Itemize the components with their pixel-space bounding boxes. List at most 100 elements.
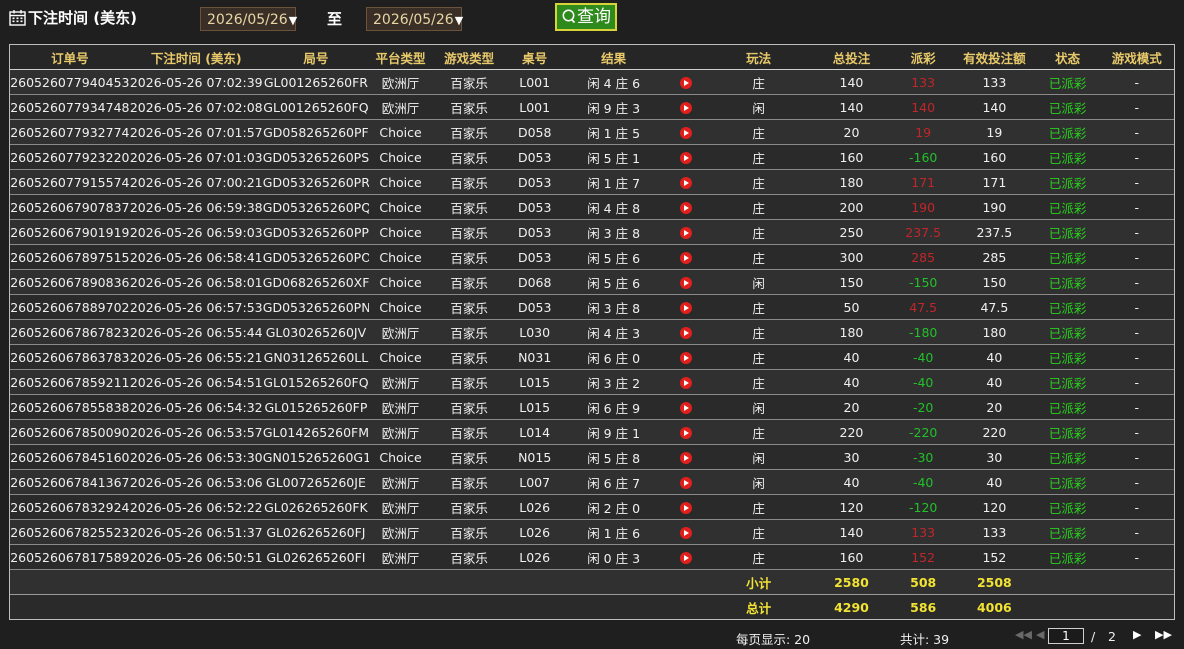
order-number: 260526077915574 (10, 169, 130, 195)
bet-type: 庄 (707, 144, 810, 170)
play-icon[interactable] (679, 352, 692, 364)
round-number: GN015265260G1 (262, 444, 370, 470)
valid-stake: 40 (953, 369, 1036, 395)
payout: 19 (893, 119, 954, 145)
game-mode: - (1099, 419, 1174, 445)
round-number: GL015265260FP (262, 394, 370, 420)
play-icon[interactable] (679, 152, 692, 164)
play-icon[interactable] (679, 502, 692, 514)
next-page-icon[interactable]: ▶ (1133, 628, 1141, 641)
play-icon[interactable] (679, 302, 692, 314)
round-number: GD053265260PN (262, 294, 370, 320)
to-label: 至 (327, 10, 343, 28)
play-icon[interactable] (679, 252, 692, 264)
play-icon[interactable] (679, 127, 692, 139)
round-number: GL026265260FK (262, 494, 370, 520)
status: 已派彩 (1035, 444, 1100, 470)
last-page-icon[interactable]: ▶▶ (1155, 628, 1172, 641)
column-header: 结果 (563, 45, 665, 70)
game-type: 百家乐 (432, 444, 507, 470)
query-button[interactable]: 查询 (555, 3, 617, 31)
result: 闲 4 庄 3 (563, 319, 665, 345)
play-icon[interactable] (679, 452, 692, 464)
bet-type: 庄 (707, 344, 810, 370)
platform-type: 欧洲厅 (369, 494, 433, 520)
first-page-icon[interactable]: ◀◀ (1015, 628, 1032, 641)
game-mode: - (1099, 369, 1174, 395)
play-icon[interactable] (679, 227, 692, 239)
status: 已派彩 (1035, 69, 1100, 95)
subtotal-payout: 508 (893, 569, 954, 595)
table-number: L001 (506, 94, 564, 120)
status: 已派彩 (1035, 344, 1100, 370)
bet-time: 2026-05-26 06:59:38 (129, 194, 263, 220)
platform-type: Choice (369, 244, 433, 270)
play-icon[interactable] (679, 527, 692, 539)
platform-type: Choice (369, 119, 433, 145)
replay-cell (664, 344, 708, 370)
total-valid: 4006 (953, 594, 1036, 619)
game-mode: - (1099, 244, 1174, 270)
status: 已派彩 (1035, 519, 1100, 545)
replay-cell (664, 419, 708, 445)
payout: -120 (893, 494, 954, 520)
play-icon[interactable] (679, 102, 692, 114)
bet-type: 庄 (707, 69, 810, 95)
play-icon[interactable] (679, 427, 692, 439)
order-number: 260526077940453 (10, 69, 130, 95)
bet-time: 2026-05-26 06:55:21 (129, 344, 263, 370)
replay-cell (664, 169, 708, 195)
total-stake: 140 (809, 519, 894, 545)
platform-type: Choice (369, 144, 433, 170)
play-icon[interactable] (679, 552, 692, 564)
total-row: 总计 4290 586 4006 (10, 594, 1174, 619)
round-number: GD058265260PF (262, 119, 370, 145)
replay-cell (664, 94, 708, 120)
total-stake: 140 (809, 69, 894, 95)
play-icon[interactable] (679, 402, 692, 414)
game-type: 百家乐 (432, 344, 507, 370)
play-icon[interactable] (679, 327, 692, 339)
table-number: L014 (506, 419, 564, 445)
status: 已派彩 (1035, 144, 1100, 170)
status: 已派彩 (1035, 419, 1100, 445)
valid-stake: 285 (953, 244, 1036, 270)
play-icon[interactable] (679, 477, 692, 489)
platform-type: 欧洲厅 (369, 94, 433, 120)
valid-stake: 171 (953, 169, 1036, 195)
bet-time: 2026-05-26 07:02:39 (129, 69, 263, 95)
valid-stake: 190 (953, 194, 1036, 220)
total-stake: 4290 (809, 594, 894, 619)
result: 闲 0 庄 3 (563, 544, 665, 570)
filter-bar: 下注时间 (美东) 2026/05/26▼ 至 2026/05/26▼ 查询 (0, 0, 1184, 40)
total-label: 总计 (707, 594, 810, 619)
column-header: 游戏类型 (432, 45, 507, 70)
payout: -30 (893, 444, 954, 470)
column-header: 玩法 (707, 45, 810, 70)
platform-type: 欧洲厅 (369, 419, 433, 445)
table-number: D068 (506, 269, 564, 295)
play-icon[interactable] (679, 77, 692, 89)
play-icon[interactable] (679, 277, 692, 289)
game-mode: - (1099, 319, 1174, 345)
game-type: 百家乐 (432, 419, 507, 445)
column-header: 桌号 (506, 45, 564, 70)
replay-cell (664, 319, 708, 345)
prev-page-icon[interactable]: ◀ (1036, 628, 1044, 641)
page-number-input[interactable] (1048, 628, 1084, 644)
play-icon[interactable] (679, 377, 692, 389)
game-type: 百家乐 (432, 269, 507, 295)
status: 已派彩 (1035, 169, 1100, 195)
play-icon[interactable] (679, 177, 692, 189)
start-date-select[interactable]: 2026/05/26▼ (200, 7, 297, 31)
bet-type: 庄 (707, 369, 810, 395)
table-row: 260526067859211 2026-05-26 06:54:51 GL0152… (10, 369, 1174, 395)
total-stake: 20 (809, 119, 894, 145)
game-mode: - (1099, 469, 1174, 495)
valid-stake: 140 (953, 94, 1036, 120)
valid-stake: 160 (953, 144, 1036, 170)
end-date-select[interactable]: 2026/05/26▼ (366, 7, 463, 31)
column-header: 游戏模式 (1099, 45, 1174, 70)
play-icon[interactable] (679, 202, 692, 214)
total-stake: 30 (809, 444, 894, 470)
